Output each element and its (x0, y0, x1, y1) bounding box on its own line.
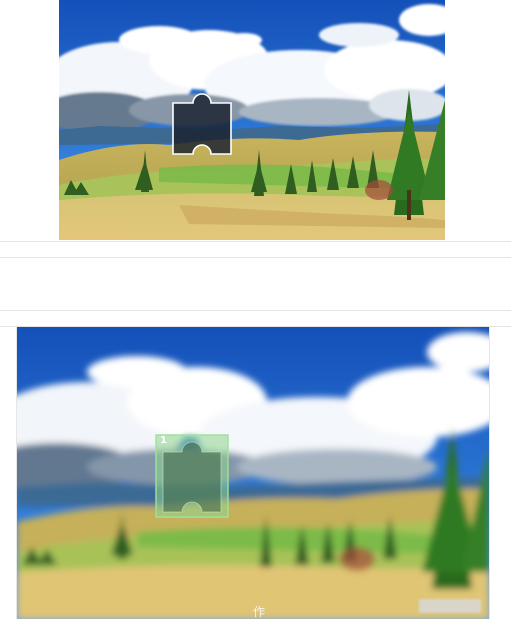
bottom-captcha-image[interactable]: 1 作 (16, 327, 490, 619)
puzzle-cutout (172, 93, 232, 155)
screenshot-root: { "top_image": { "description_alt": "", … (0, 0, 511, 621)
blurred-landscape-scene (17, 327, 489, 619)
divider-3 (0, 310, 511, 311)
top-captcha-image (59, 0, 445, 240)
divider-1 (0, 241, 511, 242)
watermark-text: 作 (253, 605, 266, 619)
landscape-scene (59, 0, 445, 240)
divider-2 (0, 257, 511, 258)
watermark-blurred (419, 599, 481, 613)
puzzle-piece-label: 1 (160, 435, 167, 446)
